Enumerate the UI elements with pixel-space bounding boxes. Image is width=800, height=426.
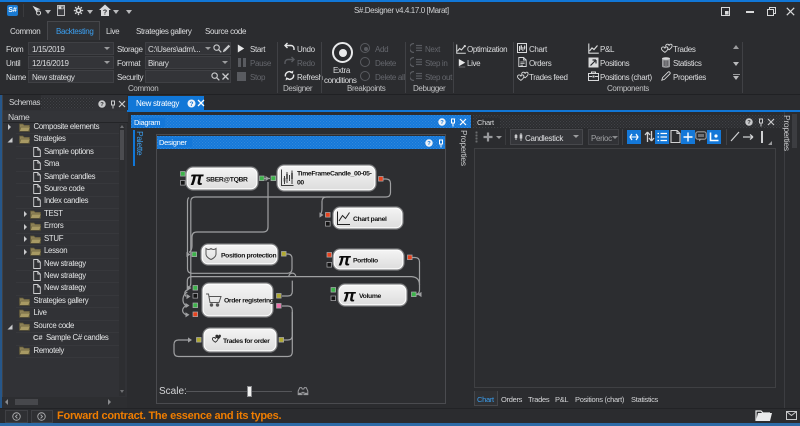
svg-text:?: ?	[190, 100, 194, 107]
svg-text:π: π	[343, 286, 356, 306]
svg-text:π: π	[338, 250, 351, 270]
svg-text:?: ?	[427, 141, 431, 147]
svg-text:?: ?	[440, 120, 444, 126]
svg-text:Portfolio: Portfolio	[353, 258, 378, 265]
svg-text:?: ?	[103, 9, 107, 16]
svg-text:?: ?	[747, 120, 751, 126]
svg-text:Volume: Volume	[359, 293, 382, 300]
svg-text:Order registering: Order registering	[224, 298, 274, 305]
svg-text:Trades for order: Trades for order	[223, 338, 270, 345]
svg-text:TimeFrameCandle_00-05-: TimeFrameCandle_00-05-	[297, 171, 372, 178]
svg-text:SBER@TQBR: SBER@TQBR	[206, 177, 248, 184]
svg-text:Chart panel: Chart panel	[353, 216, 387, 223]
svg-text:?: ?	[100, 102, 104, 108]
svg-text:00: 00	[297, 180, 304, 187]
svg-text:π: π	[190, 169, 204, 190]
svg-text:Position protection: Position protection	[221, 253, 276, 260]
